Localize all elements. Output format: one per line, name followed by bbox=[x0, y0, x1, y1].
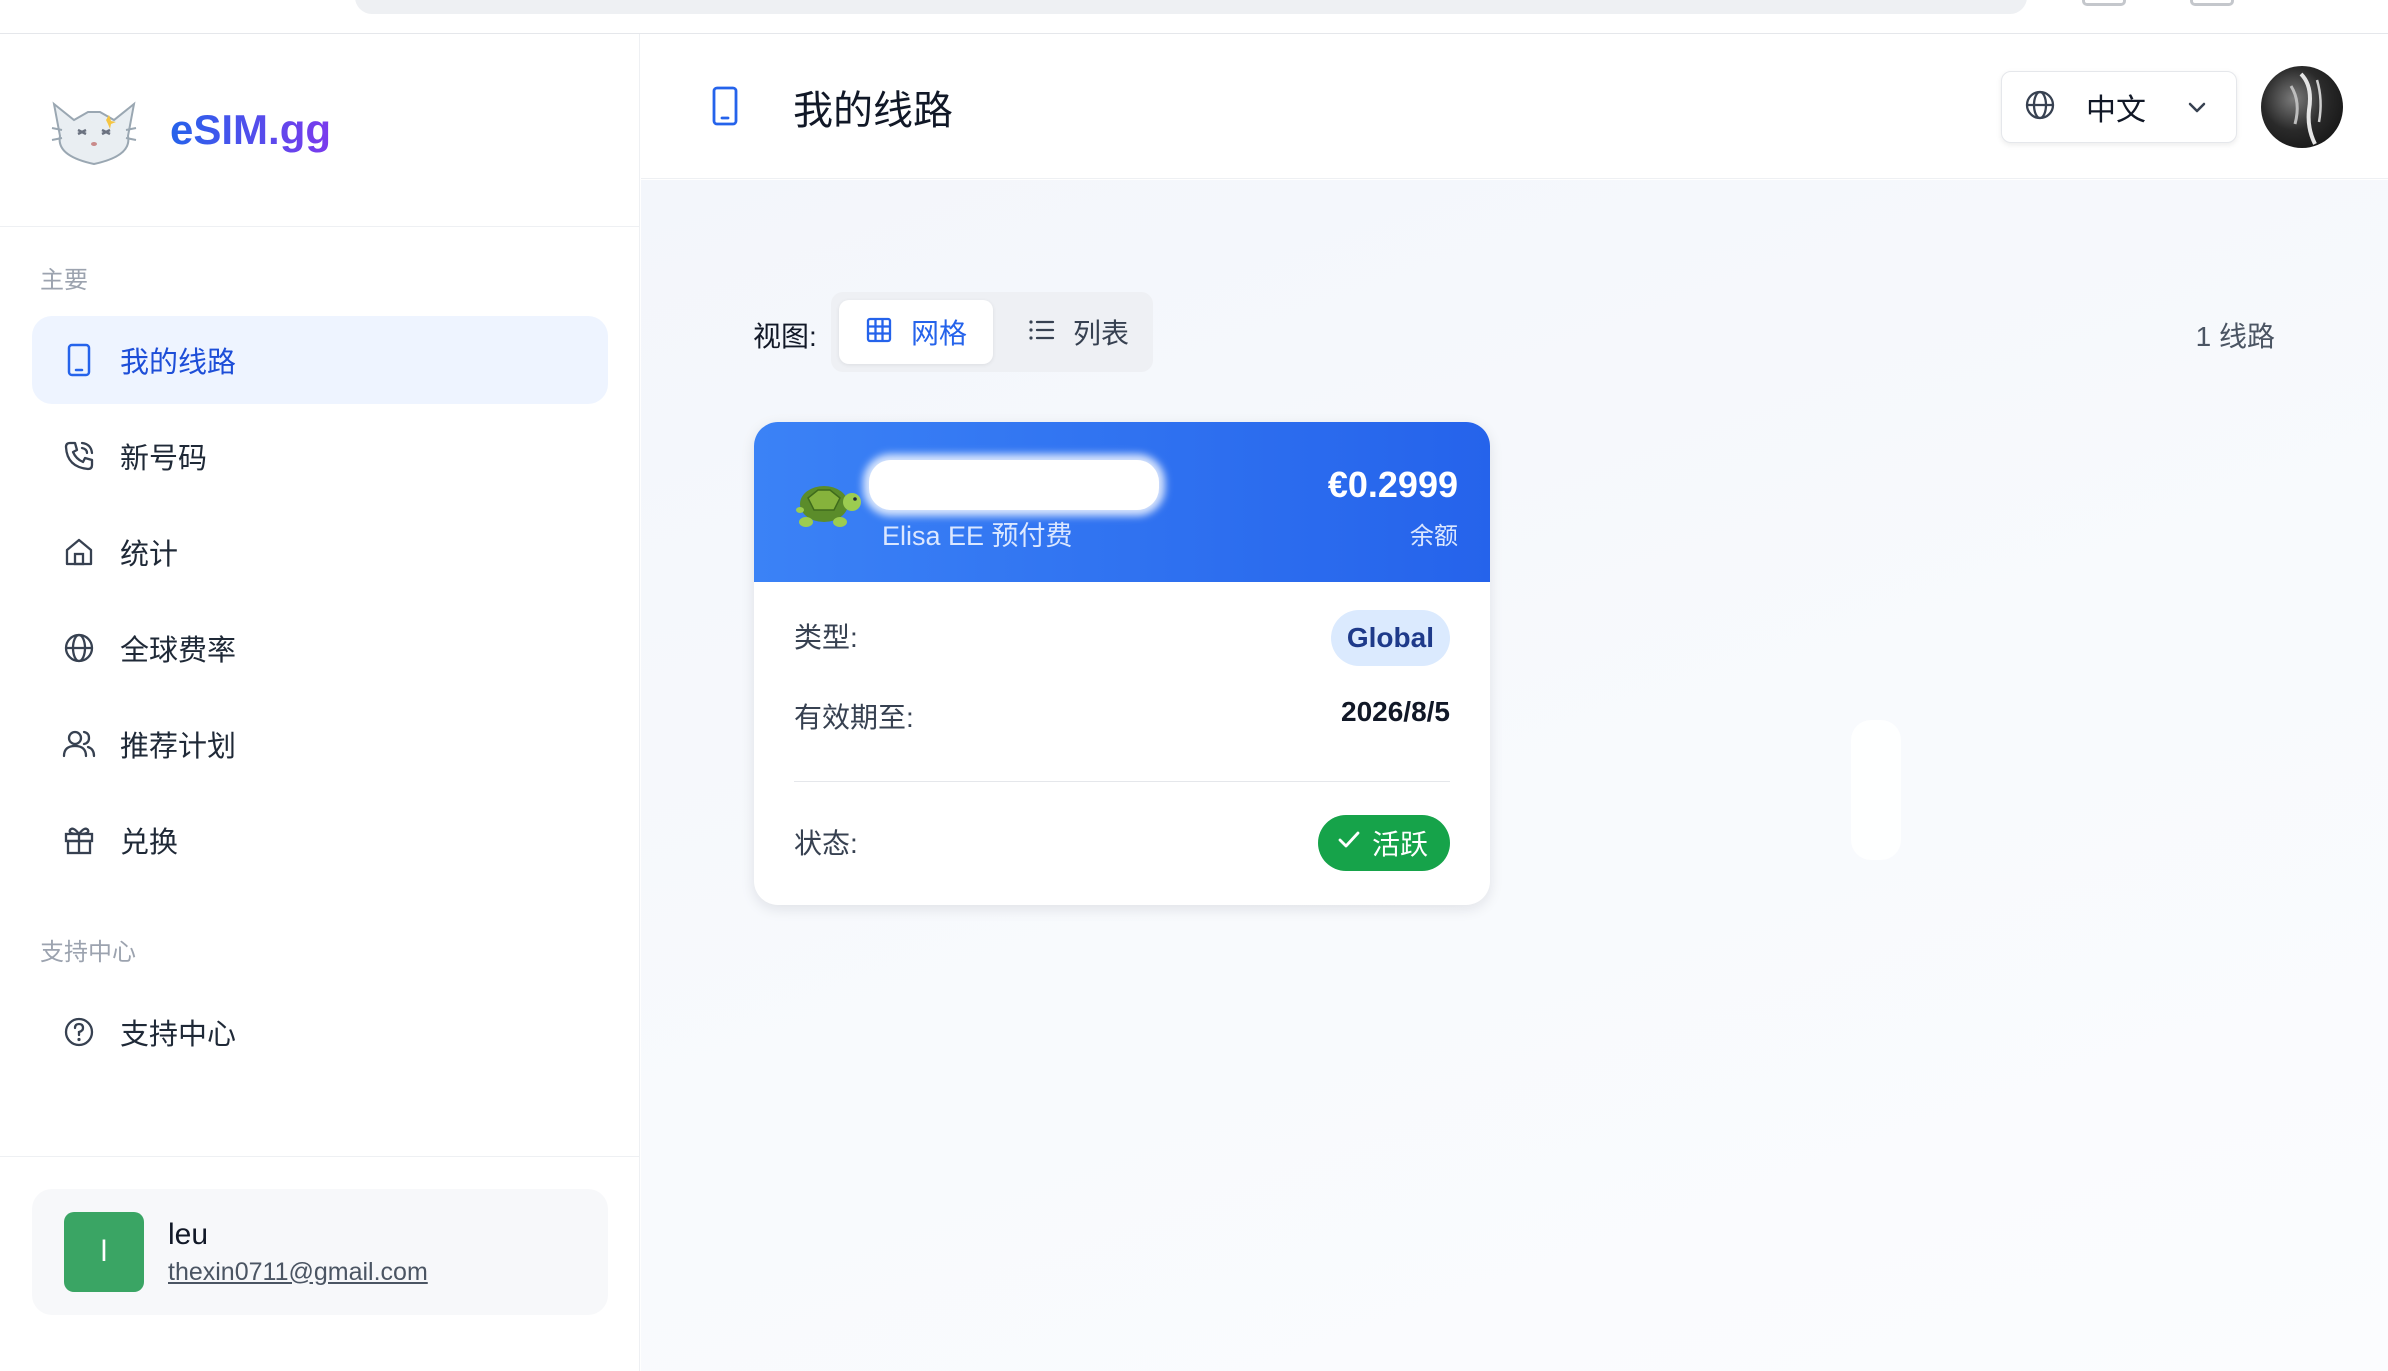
top-header: 我的线路 中文 bbox=[641, 34, 2388, 179]
expiry-value: 2026/8/5 bbox=[1341, 696, 1450, 727]
nav-section-support: 支持中心 bbox=[40, 939, 136, 966]
sidebar-footer: l leu thexin0711@gmail.com bbox=[0, 1156, 640, 1371]
cat-logo-icon bbox=[51, 101, 137, 166]
redacted-number bbox=[869, 460, 1159, 510]
view-grid-button[interactable]: 网格 bbox=[839, 300, 993, 364]
sidebar-item-my-lines[interactable]: 我的线路 bbox=[32, 316, 608, 404]
status-label: 状态: bbox=[794, 828, 858, 859]
brand[interactable]: eSIM.gg bbox=[0, 34, 639, 227]
balance-amount: €0.2999 bbox=[1327, 464, 1458, 505]
sidebar-item-stats[interactable]: 统计 bbox=[32, 508, 608, 596]
nav-section-main: 主要 bbox=[40, 267, 88, 294]
user-info: leu thexin0711@gmail.com bbox=[168, 1218, 428, 1287]
turtle-icon bbox=[786, 474, 862, 541]
carrier-name: Elisa EE 预付费 bbox=[882, 521, 1073, 551]
user-profile-card[interactable]: l leu thexin0711@gmail.com bbox=[32, 1189, 608, 1315]
help-circle-icon bbox=[62, 1015, 96, 1049]
type-badge: Global bbox=[1330, 610, 1450, 666]
account-avatar[interactable] bbox=[2261, 66, 2343, 148]
sidebar: eSIM.gg 主要 我的线路 新号码 统计 全球费率 推荐计划 兑换 支持中心… bbox=[0, 34, 640, 1371]
main-content: 视图: 网格 列表 1 线路 Elisa EE 预付费 €0.2999 余额 类… bbox=[641, 180, 2388, 1371]
user-avatar: l bbox=[64, 1212, 144, 1292]
grid-icon bbox=[865, 316, 893, 349]
view-toggle: 网格 列表 bbox=[831, 292, 1153, 372]
sidebar-item-redeem[interactable]: 兑换 bbox=[32, 796, 608, 884]
brand-name: eSIM.gg bbox=[170, 106, 332, 153]
view-label: 视图: bbox=[753, 321, 817, 352]
language-select[interactable]: 中文 bbox=[2001, 71, 2237, 143]
phone-call-icon bbox=[62, 439, 96, 473]
gift-icon bbox=[62, 823, 96, 857]
view-grid-label: 网格 bbox=[911, 318, 968, 349]
home-icon bbox=[62, 535, 96, 569]
sidebar-item-new-number[interactable]: 新号码 bbox=[32, 412, 608, 500]
globe-icon bbox=[2024, 89, 2056, 126]
line-count: 1 线路 bbox=[2195, 321, 2275, 352]
sidebar-item-global-rates[interactable]: 全球费率 bbox=[32, 604, 608, 692]
type-label: 类型: bbox=[794, 622, 858, 653]
browser-chrome bbox=[0, 0, 2388, 34]
sidebar-item-label: 新号码 bbox=[120, 443, 208, 475]
sidebar-item-label: 兑换 bbox=[120, 827, 179, 859]
avatar-image-icon bbox=[2289, 72, 2322, 145]
chevron-down-icon bbox=[2184, 94, 2210, 125]
sidebar-item-label: 支持中心 bbox=[120, 1019, 237, 1051]
phone-icon bbox=[62, 343, 96, 377]
card-divider bbox=[794, 781, 1450, 782]
view-list-button[interactable]: 列表 bbox=[1001, 300, 1149, 364]
sidebar-item-label: 推荐计划 bbox=[120, 731, 237, 763]
sidebar-item-referral[interactable]: 推荐计划 bbox=[32, 700, 608, 788]
balance-label: 余额 bbox=[1410, 523, 1458, 550]
sidebar-item-label: 我的线路 bbox=[120, 347, 237, 379]
page-title: 我的线路 bbox=[793, 89, 953, 133]
globe-icon bbox=[62, 631, 96, 665]
list-icon bbox=[1027, 316, 1055, 349]
view-list-label: 列表 bbox=[1073, 318, 1130, 349]
phone-icon bbox=[711, 86, 739, 131]
language-label: 中文 bbox=[2086, 94, 2146, 127]
browser-extension-icon[interactable] bbox=[2082, 0, 2126, 6]
sidebar-item-label: 全球费率 bbox=[120, 635, 237, 667]
user-name: leu bbox=[168, 1217, 209, 1251]
sidebar-item-label: 统计 bbox=[120, 539, 179, 571]
users-icon bbox=[62, 727, 96, 761]
check-icon bbox=[1336, 827, 1362, 860]
sidebar-item-support[interactable]: 支持中心 bbox=[32, 988, 608, 1076]
line-card[interactable]: Elisa EE 预付费 €0.2999 余额 类型: Global 有效期至:… bbox=[754, 422, 1490, 905]
status-text: 活跃 bbox=[1371, 829, 1428, 860]
browser-address-bar[interactable] bbox=[355, 0, 2027, 14]
browser-window-icon[interactable] bbox=[2190, 0, 2234, 6]
background-artifact bbox=[1851, 720, 1901, 860]
line-card-header: Elisa EE 预付费 €0.2999 余额 bbox=[754, 422, 1490, 582]
status-badge: 活跃 bbox=[1317, 815, 1450, 871]
user-email-link[interactable]: thexin0711@gmail.com bbox=[168, 1258, 428, 1287]
expiry-label: 有效期至: bbox=[794, 702, 914, 733]
